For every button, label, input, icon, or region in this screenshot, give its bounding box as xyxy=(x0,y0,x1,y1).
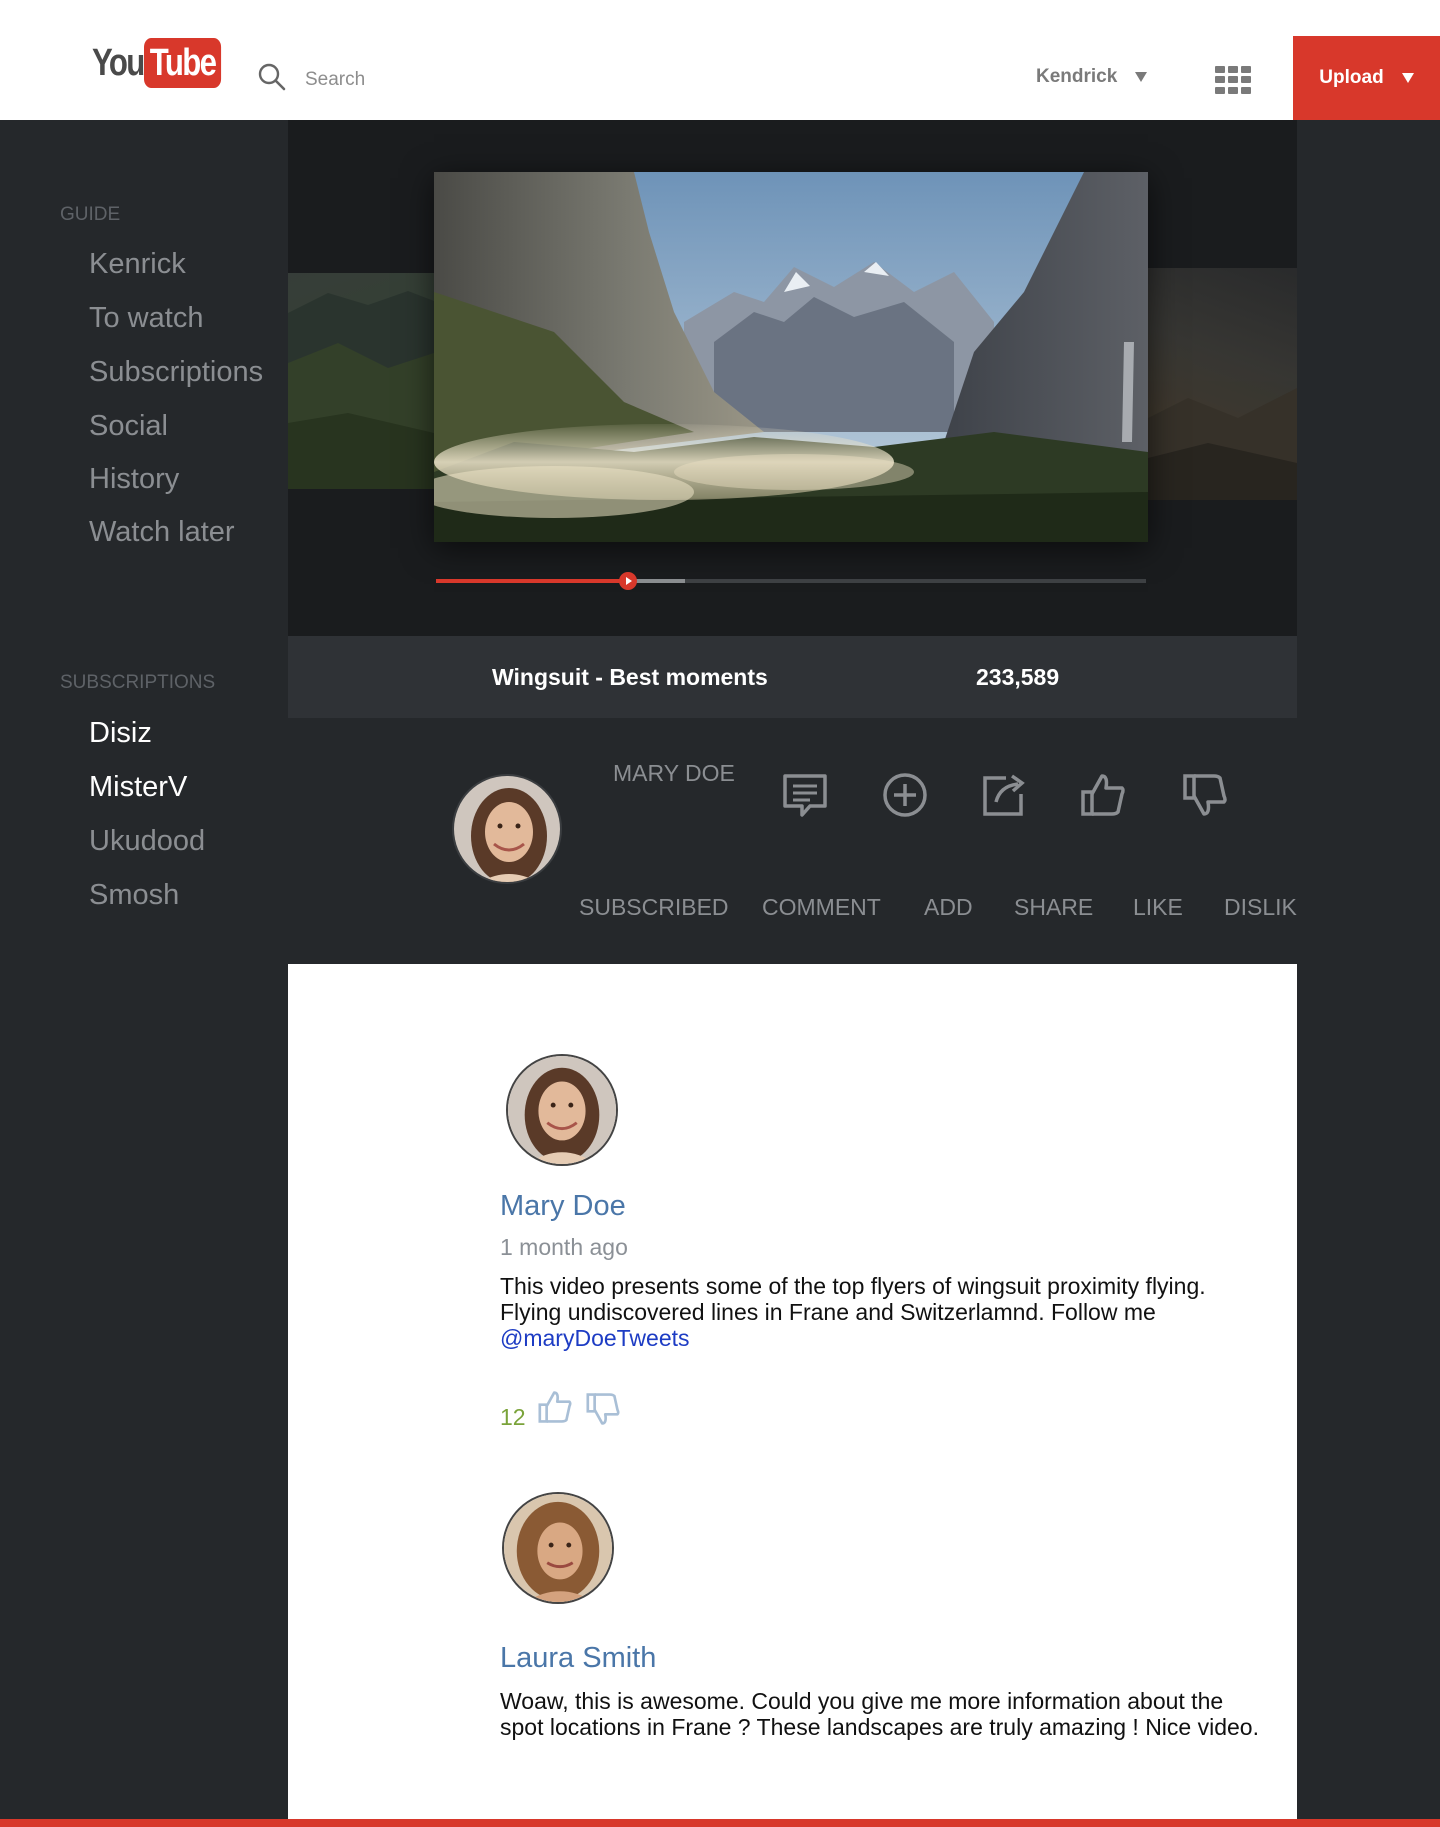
comment-author[interactable]: Mary Doe xyxy=(500,1190,626,1223)
like-button[interactable]: LIKE xyxy=(1133,894,1183,921)
thumbs-up-icon[interactable] xyxy=(1078,770,1128,820)
comment-button[interactable]: COMMENT xyxy=(762,894,881,921)
dislike-button[interactable]: DISLIK xyxy=(1224,894,1297,921)
logo-text-tube: Tube xyxy=(144,38,222,88)
comment-timestamp: 1 month ago xyxy=(500,1234,628,1260)
video-view-count: 233,589 xyxy=(976,664,1060,690)
next-video-thumbnail[interactable] xyxy=(1148,268,1297,500)
upload-button[interactable]: Upload xyxy=(1293,36,1440,120)
video-title: Wingsuit - Best moments xyxy=(492,664,768,690)
subscriptions-section-title: SUBSCRIPTIONS xyxy=(60,672,216,693)
comment-body: Woaw, this is awesome. Could you give me… xyxy=(500,1688,1259,1740)
share-icon[interactable] xyxy=(978,770,1028,820)
comment-like-count: 12 xyxy=(500,1404,526,1430)
sidebar-item-social[interactable]: Social xyxy=(89,410,168,443)
video-actions: MARY DOE SUBSCRIBED COMMENT ADD SHARE LI… xyxy=(288,718,1297,964)
sidebar-item-to-watch[interactable]: To watch xyxy=(89,302,203,335)
previous-video-thumbnail[interactable] xyxy=(288,273,434,489)
top-header: You Tube Kendrick Upload xyxy=(0,0,1440,120)
comment-body: This video presents some of the top flye… xyxy=(500,1273,1206,1325)
comment-avatar[interactable] xyxy=(502,1492,614,1604)
search-input[interactable] xyxy=(305,66,685,94)
sidebar-item-kenrick[interactable]: Kenrick xyxy=(89,248,186,281)
comment-text: Woaw, this is awesome. Could you give me… xyxy=(500,1688,1270,1740)
comment-text: This video presents some of the top flye… xyxy=(500,1273,1270,1351)
channel-name: MARY DOE xyxy=(613,760,735,786)
progress-handle[interactable] xyxy=(618,572,637,590)
sidebar-item-history[interactable]: History xyxy=(89,463,179,496)
sidebar-sub-disiz[interactable]: Disiz xyxy=(89,717,152,750)
user-name: Kendrick xyxy=(1036,66,1118,87)
search-icon[interactable] xyxy=(258,63,286,91)
youtube-logo[interactable]: You Tube xyxy=(92,38,238,88)
comments-section: Mary Doe 1 month ago This video presents… xyxy=(288,964,1297,1819)
sidebar-sub-smosh[interactable]: Smosh xyxy=(89,879,179,912)
thumbs-down-icon[interactable] xyxy=(584,1390,622,1428)
user-menu[interactable]: Kendrick xyxy=(1036,66,1148,88)
video-title-bar: Wingsuit - Best moments 233,589 xyxy=(288,636,1297,718)
progress-played xyxy=(436,579,628,583)
comment-icon[interactable] xyxy=(780,770,830,820)
upload-label: Upload xyxy=(1319,67,1384,88)
subscribed-button[interactable]: SUBSCRIBED xyxy=(579,894,729,921)
comment-avatar[interactable] xyxy=(506,1054,618,1166)
sidebar-sub-misterv[interactable]: MisterV xyxy=(89,771,187,804)
chevron-down-icon xyxy=(1135,72,1148,82)
channel-avatar[interactable] xyxy=(452,774,562,884)
thumbs-up-icon[interactable] xyxy=(536,1388,574,1426)
add-button[interactable]: ADD xyxy=(924,894,973,921)
guide-section-title: GUIDE xyxy=(60,204,121,225)
thumbs-down-icon[interactable] xyxy=(1180,770,1230,820)
share-button[interactable]: SHARE xyxy=(1014,894,1093,921)
add-icon[interactable] xyxy=(880,770,930,820)
logo-text-you: You xyxy=(92,41,145,84)
sidebar-item-watch-later[interactable]: Watch later xyxy=(89,516,235,549)
comment-author[interactable]: Laura Smith xyxy=(500,1642,656,1675)
sidebar-item-subscriptions[interactable]: Subscriptions xyxy=(89,356,263,389)
sidebar: GUIDE Kenrick To watch Subscriptions Soc… xyxy=(0,120,288,1827)
video-player[interactable] xyxy=(434,172,1148,542)
apps-grid-icon[interactable] xyxy=(1215,66,1251,94)
bottom-accent-bar xyxy=(0,1819,1440,1827)
chevron-down-icon xyxy=(1401,73,1414,83)
video-progress-bar[interactable] xyxy=(436,572,1146,590)
comment-mention-link[interactable]: @maryDoeTweets xyxy=(500,1325,690,1351)
video-frame-image xyxy=(434,172,1148,542)
sidebar-sub-ukudood[interactable]: Ukudood xyxy=(89,825,205,858)
